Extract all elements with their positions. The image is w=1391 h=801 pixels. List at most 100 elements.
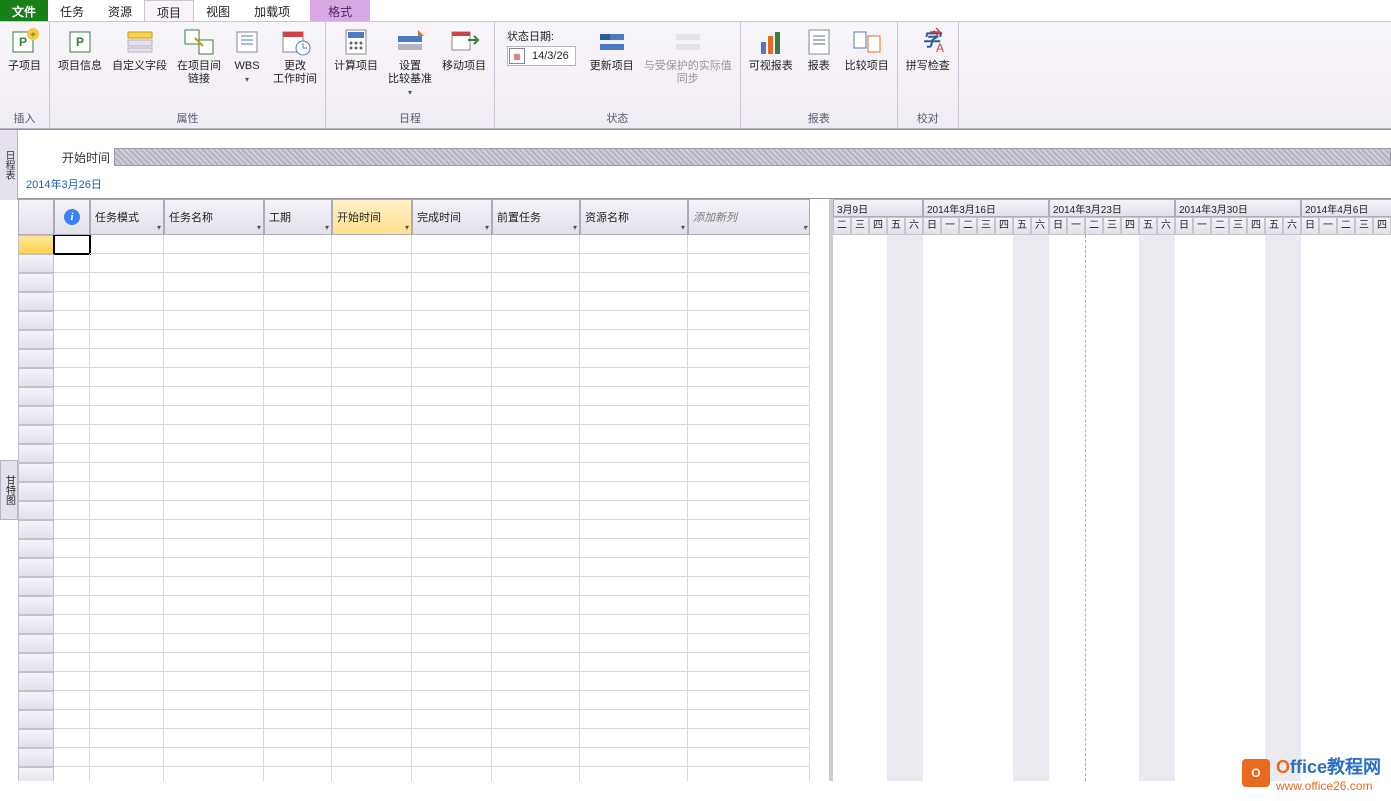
grid-cell[interactable] <box>688 387 810 406</box>
grid-cell[interactable] <box>332 482 412 501</box>
wbs-button[interactable]: WBS <box>227 24 267 88</box>
grid-cell[interactable] <box>264 672 332 691</box>
grid-cell[interactable] <box>164 292 264 311</box>
grid-cell[interactable] <box>332 539 412 558</box>
col-duration[interactable]: 工期▾ <box>264 199 332 235</box>
grid-cell[interactable] <box>54 444 90 463</box>
grid-cell[interactable] <box>580 444 688 463</box>
grid-cell[interactable] <box>688 235 810 254</box>
col-task-name[interactable]: 任务名称▾ <box>164 199 264 235</box>
grid-cell[interactable] <box>492 292 580 311</box>
row-header[interactable] <box>18 558 54 577</box>
grid-cell[interactable] <box>164 691 264 710</box>
grid-cell[interactable] <box>412 767 492 781</box>
grid-cell[interactable] <box>688 482 810 501</box>
calculate-project-button[interactable]: 计算项目 <box>330 24 382 75</box>
col-task-mode[interactable]: 任务模式▾ <box>90 199 164 235</box>
grid-cell[interactable] <box>332 710 412 729</box>
grid-cell[interactable] <box>90 292 164 311</box>
grid-cell[interactable] <box>580 254 688 273</box>
grid-cell[interactable] <box>332 729 412 748</box>
grid-cell[interactable] <box>412 425 492 444</box>
grid-cell[interactable] <box>412 691 492 710</box>
grid-cell[interactable] <box>412 444 492 463</box>
grid-cell[interactable] <box>54 235 90 254</box>
row-header[interactable] <box>18 520 54 539</box>
grid-cell[interactable] <box>412 273 492 292</box>
grid-cell[interactable] <box>264 330 332 349</box>
grid-cell[interactable] <box>90 425 164 444</box>
table-row[interactable] <box>18 539 829 558</box>
table-row[interactable] <box>18 653 829 672</box>
row-header[interactable] <box>18 748 54 767</box>
grid-cell[interactable] <box>332 672 412 691</box>
grid-cell[interactable] <box>412 368 492 387</box>
grid-cell[interactable] <box>332 615 412 634</box>
grid-cell[interactable] <box>332 330 412 349</box>
change-worktime-button[interactable]: 更改 工作时间 <box>269 24 321 88</box>
grid-cell[interactable] <box>90 235 164 254</box>
table-row[interactable] <box>18 311 829 330</box>
row-header[interactable] <box>18 368 54 387</box>
grid-cell[interactable] <box>492 672 580 691</box>
grid-cell[interactable] <box>580 539 688 558</box>
table-row[interactable] <box>18 691 829 710</box>
table-row[interactable] <box>18 596 829 615</box>
grid-cell[interactable] <box>164 368 264 387</box>
project-links-button[interactable]: 在项目间 链接 <box>173 24 225 88</box>
grid-cell[interactable] <box>54 748 90 767</box>
row-header[interactable] <box>18 387 54 406</box>
grid-cell[interactable] <box>332 691 412 710</box>
table-row[interactable] <box>18 406 829 425</box>
grid-cell[interactable] <box>54 520 90 539</box>
grid-cell[interactable] <box>412 634 492 653</box>
grid-cell[interactable] <box>54 558 90 577</box>
grid-cell[interactable] <box>412 729 492 748</box>
grid-cell[interactable] <box>264 729 332 748</box>
grid-cell[interactable] <box>580 710 688 729</box>
grid-cell[interactable] <box>492 748 580 767</box>
grid-cell[interactable] <box>332 748 412 767</box>
gantt-chart[interactable]: 3月9日2014年3月16日2014年3月23日2014年3月30日2014年4… <box>833 199 1391 781</box>
table-row[interactable] <box>18 748 829 767</box>
grid-cell[interactable] <box>412 539 492 558</box>
grid-cell[interactable] <box>264 482 332 501</box>
grid-cell[interactable] <box>688 425 810 444</box>
grid-cell[interactable] <box>580 615 688 634</box>
grid-cell[interactable] <box>332 501 412 520</box>
grid-cell[interactable] <box>688 406 810 425</box>
grid-cell[interactable] <box>492 330 580 349</box>
table-row[interactable] <box>18 672 829 691</box>
grid-cell[interactable] <box>90 558 164 577</box>
table-row[interactable] <box>18 501 829 520</box>
set-baseline-button[interactable]: 设置 比较基准 <box>384 24 436 101</box>
grid-cell[interactable] <box>688 273 810 292</box>
table-row[interactable] <box>18 767 829 781</box>
grid-cell[interactable] <box>264 577 332 596</box>
grid-cell[interactable] <box>54 311 90 330</box>
grid-cell[interactable] <box>164 520 264 539</box>
row-header[interactable] <box>18 463 54 482</box>
grid-cell[interactable] <box>412 577 492 596</box>
grid-cell[interactable] <box>580 729 688 748</box>
grid-cell[interactable] <box>54 577 90 596</box>
tab-resource[interactable]: 资源 <box>96 0 144 21</box>
table-row[interactable] <box>18 634 829 653</box>
grid-cell[interactable] <box>332 349 412 368</box>
custom-fields-button[interactable]: 自定义字段 <box>108 24 171 75</box>
grid-cell[interactable] <box>492 368 580 387</box>
grid-cell[interactable] <box>412 235 492 254</box>
col-predecessors[interactable]: 前置任务▾ <box>492 199 580 235</box>
subproject-button[interactable]: P+子项目 <box>4 24 45 75</box>
grid-cell[interactable] <box>264 596 332 615</box>
grid-cell[interactable] <box>580 482 688 501</box>
grid-cell[interactable] <box>580 520 688 539</box>
row-header[interactable] <box>18 292 54 311</box>
grid-cell[interactable] <box>164 539 264 558</box>
grid-cell[interactable] <box>264 235 332 254</box>
row-header[interactable] <box>18 482 54 501</box>
grid-cell[interactable] <box>332 425 412 444</box>
grid-cell[interactable] <box>54 634 90 653</box>
grid-cell[interactable] <box>580 292 688 311</box>
grid-cell[interactable] <box>90 577 164 596</box>
